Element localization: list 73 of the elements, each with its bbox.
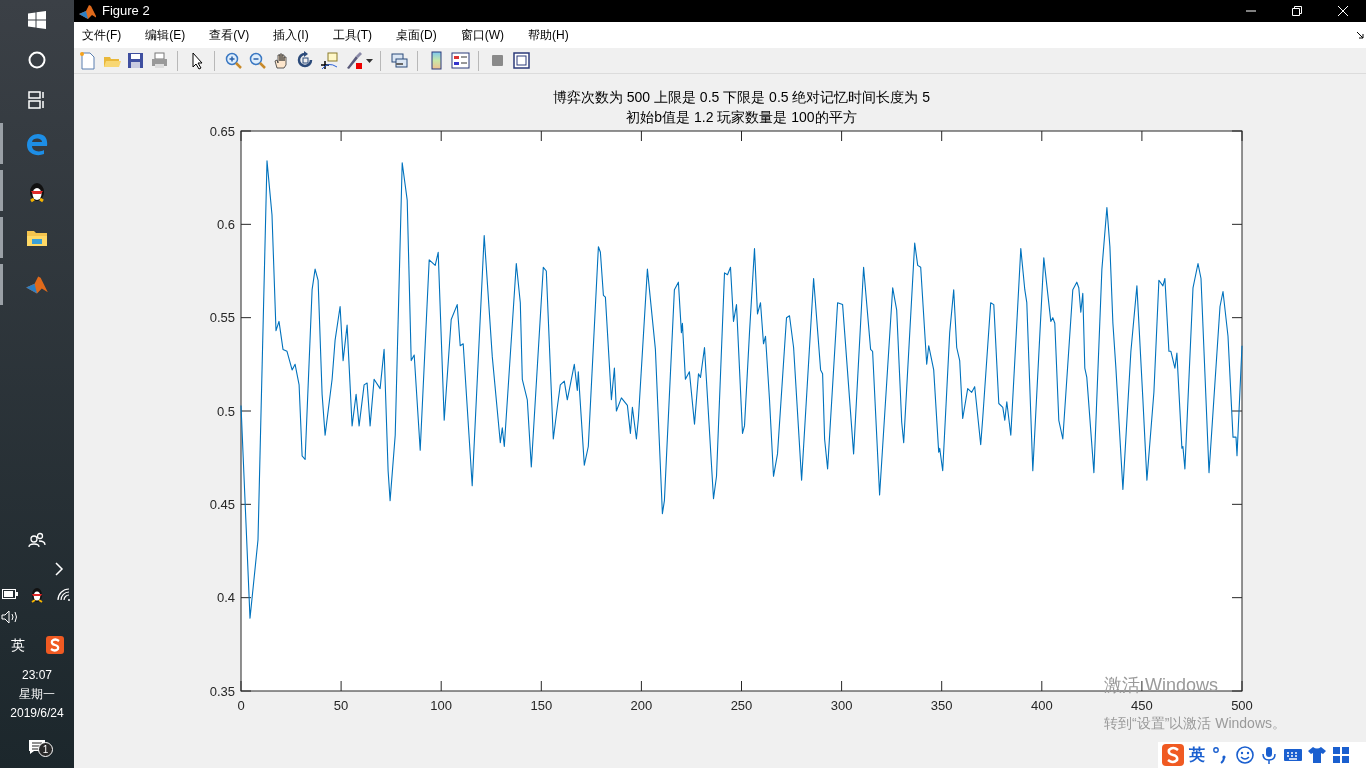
notification-count-badge: 1: [38, 742, 53, 757]
window-title: Figure 2: [102, 2, 150, 21]
grid-icon: [1331, 745, 1351, 765]
sogou-s-icon[interactable]: [45, 636, 64, 654]
notification-button[interactable]: 1: [0, 726, 74, 768]
save-icon: [125, 51, 145, 70]
linked-windows-icon: [389, 51, 409, 70]
activation-message: 转到“设置”以激活 Windows。: [1104, 715, 1286, 731]
input-language-toggle[interactable]: 英: [1186, 743, 1208, 767]
smiley-icon: [1235, 745, 1255, 765]
clock-time: 23:07: [22, 666, 52, 684]
y-tick-label: 0.55: [209, 310, 235, 326]
y-tick-label: 0.35: [209, 683, 235, 699]
matlab-logo-icon: [78, 2, 96, 20]
chart-title: 博弈次数为 500 上限是 0.5 下限是 0.5 绝对记忆时间长度为 5 初始b值是 1.2 玩家数量是 100的平方: [552, 89, 931, 125]
y-tick-label: 0.4: [216, 590, 235, 606]
x-tick-label: 300: [830, 698, 853, 713]
y-tick-label: 0.65: [209, 123, 235, 139]
new-file-icon: [77, 51, 97, 70]
x-tick-label: 50: [333, 698, 349, 713]
microphone-icon: [1259, 745, 1279, 765]
toolbar-button[interactable]: [318, 49, 340, 72]
menu-item[interactable]: 查看(V): [203, 24, 256, 46]
task-view-icon: [28, 91, 46, 109]
clock-button[interactable]: 23:07 星期一 2019/6/24: [0, 662, 74, 726]
windows-logo-icon: [28, 11, 46, 29]
shirt-icon: [1307, 745, 1327, 765]
rotate-icon: [295, 51, 315, 70]
people-icon: [28, 531, 46, 549]
x-tick-label: 150: [530, 698, 553, 713]
x-tick-label: 250: [730, 698, 753, 713]
x-tick-label: 200: [630, 698, 653, 713]
ime-toolbar-button[interactable]: [1306, 744, 1328, 766]
printer-icon: [149, 51, 169, 70]
penguin-icon[interactable]: [29, 585, 45, 603]
clock-weekday: 星期一: [19, 685, 55, 703]
dock-arrow-icon[interactable]: [1356, 31, 1364, 39]
menu-item[interactable]: 帮助(H): [522, 24, 575, 46]
x-tick-label: 500: [1231, 698, 1253, 713]
speaker-icon[interactable]: [1, 610, 19, 624]
menu-item[interactable]: 插入(I): [267, 24, 315, 46]
battery-icon[interactable]: [2, 589, 18, 599]
y-tick-label: 0.5: [216, 403, 235, 419]
zoom-in-icon: [223, 51, 243, 70]
close-icon: [1338, 6, 1348, 16]
menu-item[interactable]: 编辑(E): [139, 24, 192, 46]
caret-icon[interactable]: [366, 58, 373, 63]
menu-item[interactable]: 桌面(D): [390, 24, 443, 46]
x-tick-label: 400: [1030, 698, 1053, 713]
y-tick-label: 0.6: [216, 216, 235, 232]
menu-item[interactable]: 文件(F): [76, 24, 128, 46]
restore-icon: [1292, 6, 1302, 16]
menu-item[interactable]: 窗口(W): [454, 24, 510, 46]
zoom-out-icon: [247, 51, 267, 70]
x-tick-label: 450: [1131, 698, 1153, 713]
browser-e-icon: [25, 131, 49, 156]
x-tick-label: 350: [930, 698, 953, 713]
x-tick-label: 100: [430, 698, 453, 713]
wifi-icon[interactable]: [56, 587, 72, 601]
toolbar-button[interactable]: [449, 49, 471, 72]
input-language-indicator[interactable]: 英: [10, 634, 25, 656]
legend-icon: [450, 51, 470, 70]
chevron-right-icon: [54, 562, 64, 576]
clock-date: 2019/6/24: [10, 704, 64, 722]
y-tick-label: 0.45: [209, 496, 235, 512]
window-frame-icon: [511, 51, 531, 70]
circle-icon: [28, 51, 46, 69]
menu-item[interactable]: 工具(T): [326, 24, 378, 46]
x-tick-label: 0: [237, 698, 245, 713]
activation-title: 激活 Windows: [1104, 675, 1219, 695]
ime-toolbar-button[interactable]: [1330, 744, 1352, 766]
data-cursor-icon: [319, 51, 339, 70]
ime-toolbar-button[interactable]: [1234, 744, 1256, 766]
